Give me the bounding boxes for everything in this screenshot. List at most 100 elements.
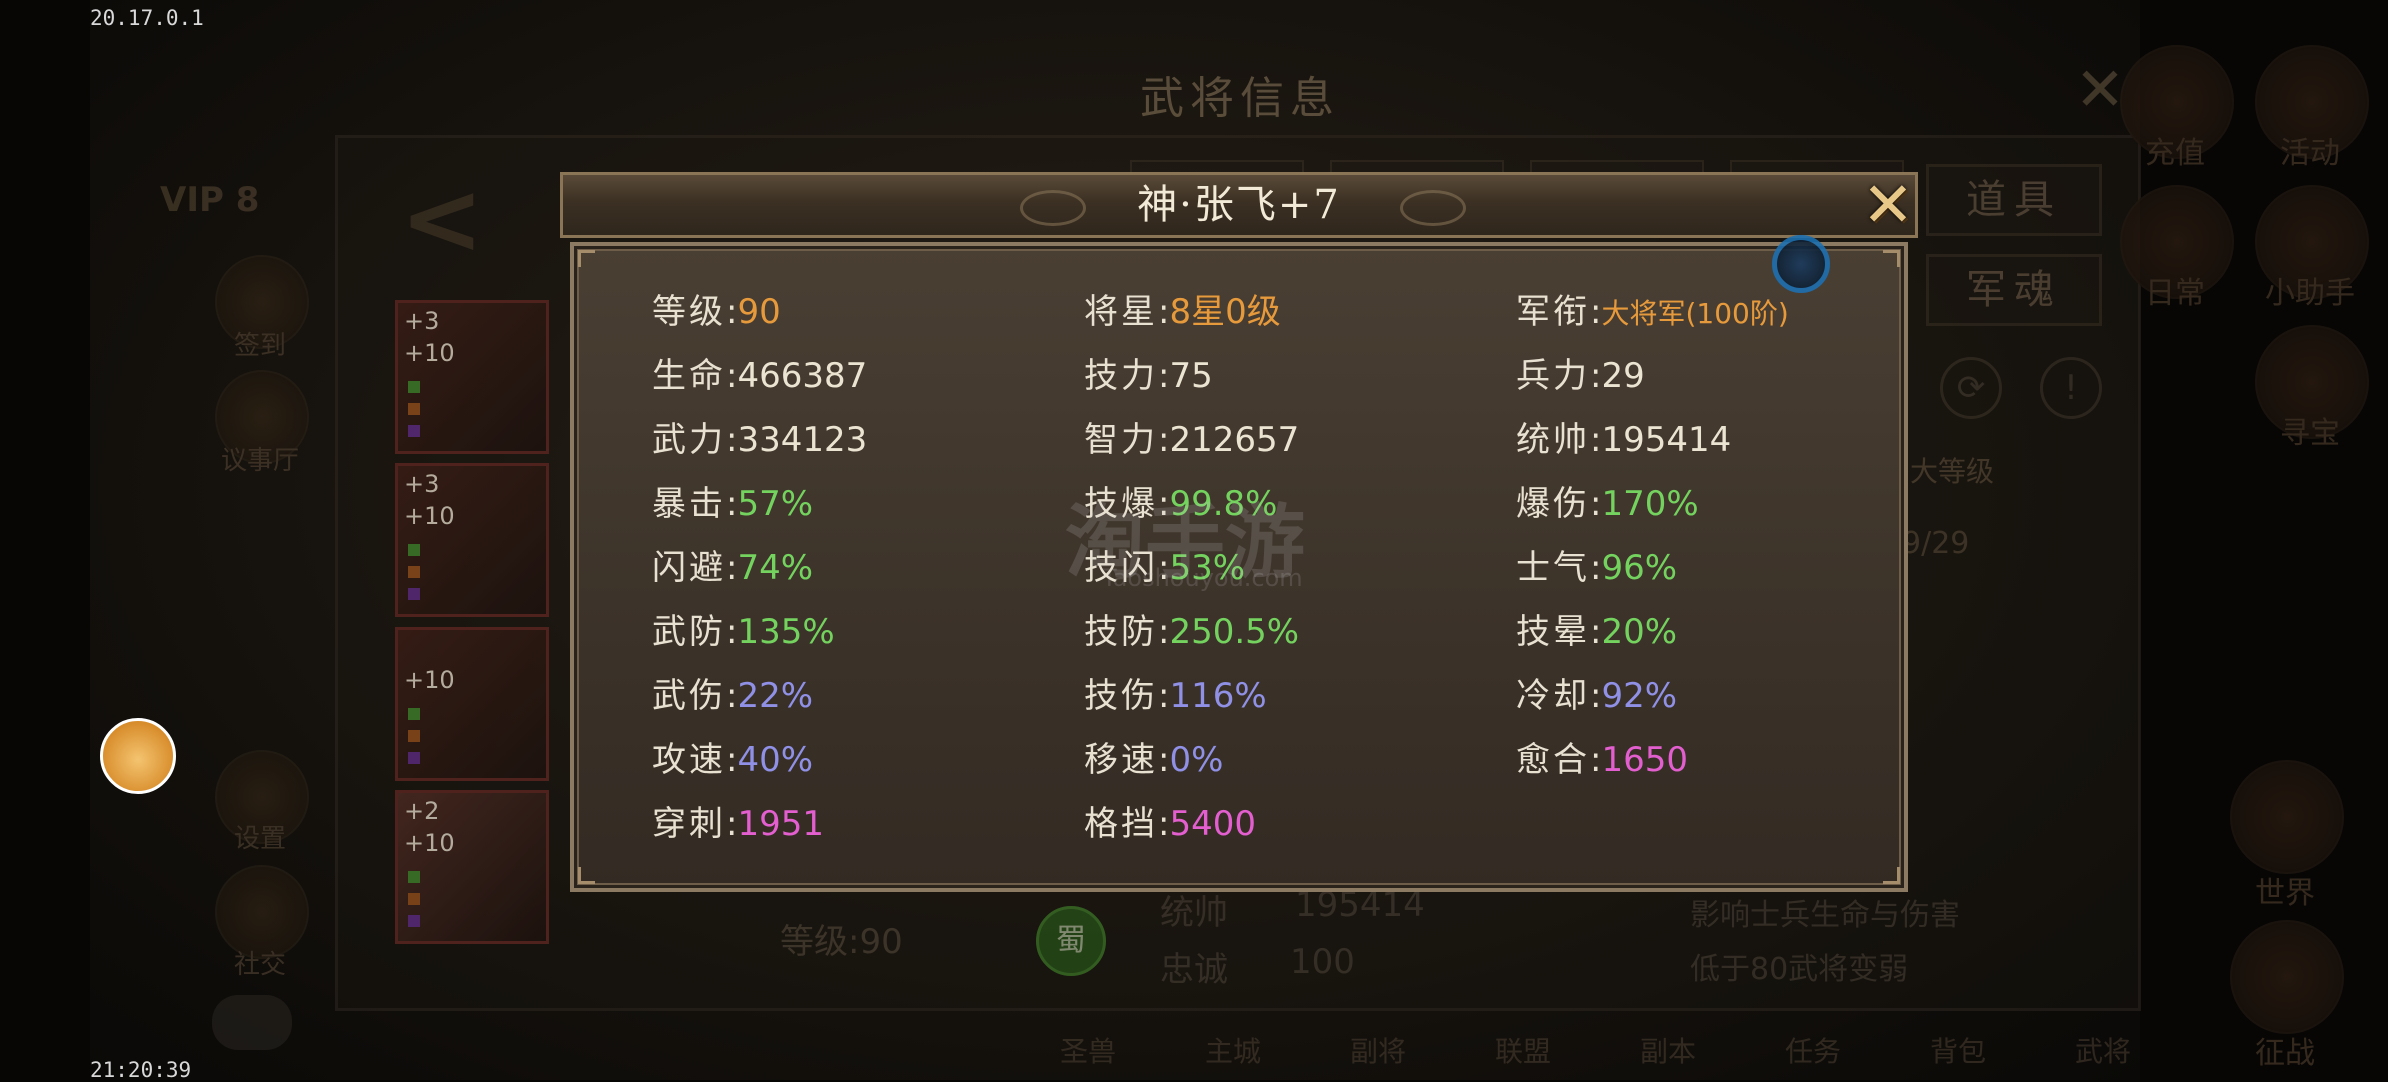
treasure-label: 寻宝 <box>2280 416 2340 451</box>
council-label: 议事厅 <box>220 446 299 476</box>
stat-item: 武力:334123 <box>652 412 867 461</box>
stat-colon: : <box>726 804 738 844</box>
refine-badge: +10 <box>404 339 455 367</box>
equipment-slot[interactable]: +2 +10 <box>395 790 549 944</box>
stat-label: 武防 <box>652 612 726 652</box>
gem-icon <box>408 566 420 578</box>
stat-value: 250.5% <box>1169 612 1300 652</box>
daily-label: 日常 <box>2145 276 2205 311</box>
stat-colon: : <box>1590 356 1602 396</box>
equipment-slot[interactable]: +3 +10 <box>395 300 549 454</box>
signin-label: 签到 <box>233 331 286 361</box>
bg-stat-label: 忠诚 <box>1160 950 1228 990</box>
stat-label: 穿刺 <box>652 804 726 844</box>
stat-item: 冷却:92% <box>1516 668 1677 717</box>
stat-colon: : <box>1158 356 1170 396</box>
stat-label: 武伤 <box>652 676 726 716</box>
world-icon[interactable] <box>2230 760 2344 874</box>
stat-colon: : <box>1590 548 1602 588</box>
stat-value: 135% <box>737 612 835 652</box>
stat-colon: : <box>726 676 738 716</box>
gem-icon <box>408 871 420 883</box>
activity-label: 活动 <box>2280 136 2340 171</box>
stat-colon: : <box>1158 740 1170 780</box>
stat-item: 军衔:大将军(100阶) <box>1516 284 1789 333</box>
stat-value: 92% <box>1601 676 1678 716</box>
stat-item: 技防:250.5% <box>1084 604 1299 653</box>
equipment-slot[interactable]: +3 +10 <box>395 463 549 617</box>
stat-colon: : <box>1158 292 1170 332</box>
chat-bubble-icon[interactable] <box>212 995 292 1050</box>
nav-dungeon[interactable]: 副本 <box>1640 1030 1696 1070</box>
hero-level-label: 等级:90 <box>780 922 903 962</box>
stat-value: 116% <box>1169 676 1267 716</box>
stat-colon: : <box>1590 292 1602 332</box>
stat-item: 技力:75 <box>1084 348 1213 397</box>
items-button[interactable]: 道具 <box>1926 164 2102 236</box>
nav-quest[interactable]: 任务 <box>1785 1030 1841 1070</box>
stat-colon: : <box>726 740 738 780</box>
stat-label: 技力 <box>1084 356 1158 396</box>
stat-value: 90 <box>737 292 781 332</box>
stat-item: 武防:135% <box>652 604 835 653</box>
stat-label: 技伤 <box>1084 676 1158 716</box>
campaign-icon[interactable] <box>2230 920 2344 1034</box>
stat-label: 将星 <box>1084 292 1158 332</box>
stat-label: 移速 <box>1084 740 1158 780</box>
touch-indicator <box>1772 235 1830 293</box>
stat-item: 暴击:57% <box>652 476 813 525</box>
refine-badge: +10 <box>404 829 455 857</box>
stat-value: 195414 <box>1601 420 1732 460</box>
info-icon[interactable]: ! <box>2040 357 2102 419</box>
stat-item: 技伤:116% <box>1084 668 1267 717</box>
soul-button[interactable]: 军魂 <box>1926 254 2102 326</box>
stat-value: 334123 <box>737 420 868 460</box>
stat-colon: : <box>1158 612 1170 652</box>
stat-item: 生命:466387 <box>652 348 867 397</box>
nav-alliance[interactable]: 联盟 <box>1495 1030 1551 1070</box>
stat-colon: : <box>726 420 738 460</box>
stat-colon: : <box>726 484 738 524</box>
enhance-badge: +3 <box>404 307 440 335</box>
stat-label: 攻速 <box>652 740 726 780</box>
stat-value: 170% <box>1601 484 1699 524</box>
stat-label: 武力 <box>652 420 726 460</box>
nav-hero[interactable]: 武将 <box>2075 1030 2131 1070</box>
nav-bag[interactable]: 背包 <box>1930 1030 1986 1070</box>
recharge-label: 充值 <box>2145 136 2205 171</box>
stat-colon: : <box>1590 484 1602 524</box>
nav-main-city[interactable]: 主城 <box>1205 1030 1261 1070</box>
stat-item: 士气:96% <box>1516 540 1677 589</box>
nav-holy-beast[interactable]: 圣兽 <box>1060 1030 1116 1070</box>
stat-label: 暴击 <box>652 484 726 524</box>
stat-item: 穿刺:1951 <box>652 796 824 845</box>
stat-item: 格挡:5400 <box>1084 796 1256 845</box>
stat-label: 统帅 <box>1516 420 1590 460</box>
stat-colon: : <box>1158 420 1170 460</box>
stat-item: 将星:8星0级 <box>1084 284 1281 333</box>
stat-value: 8星0级 <box>1169 292 1281 332</box>
stat-value: 57% <box>737 484 814 524</box>
nav-deputy[interactable]: 副将 <box>1350 1030 1406 1070</box>
back-arrow-icon[interactable]: < <box>400 160 484 277</box>
stat-label: 生命 <box>652 356 726 396</box>
gem-icon <box>408 893 420 905</box>
stat-colon: : <box>726 292 738 332</box>
cat-assistant-icon[interactable] <box>100 718 176 794</box>
stat-value: 大将军(100阶) <box>1601 297 1789 330</box>
refresh-icon[interactable]: ⟳ <box>1940 357 2002 419</box>
stat-colon: : <box>1590 740 1602 780</box>
gem-icon <box>408 730 420 742</box>
faction-badge: 蜀 <box>1036 906 1106 976</box>
stat-value: 1951 <box>737 804 824 844</box>
stat-value: 1650 <box>1601 740 1688 780</box>
enhance-badge: +2 <box>404 797 440 825</box>
stat-value: 5400 <box>1169 804 1256 844</box>
stat-value: 22% <box>737 676 814 716</box>
stat-colon: : <box>726 548 738 588</box>
equipment-slot[interactable]: +10 <box>395 627 549 781</box>
stat-value: 96% <box>1601 548 1678 588</box>
refine-badge: +10 <box>404 502 455 530</box>
stat-item: 爆伤:170% <box>1516 476 1699 525</box>
stat-item: 移速:0% <box>1084 732 1223 781</box>
